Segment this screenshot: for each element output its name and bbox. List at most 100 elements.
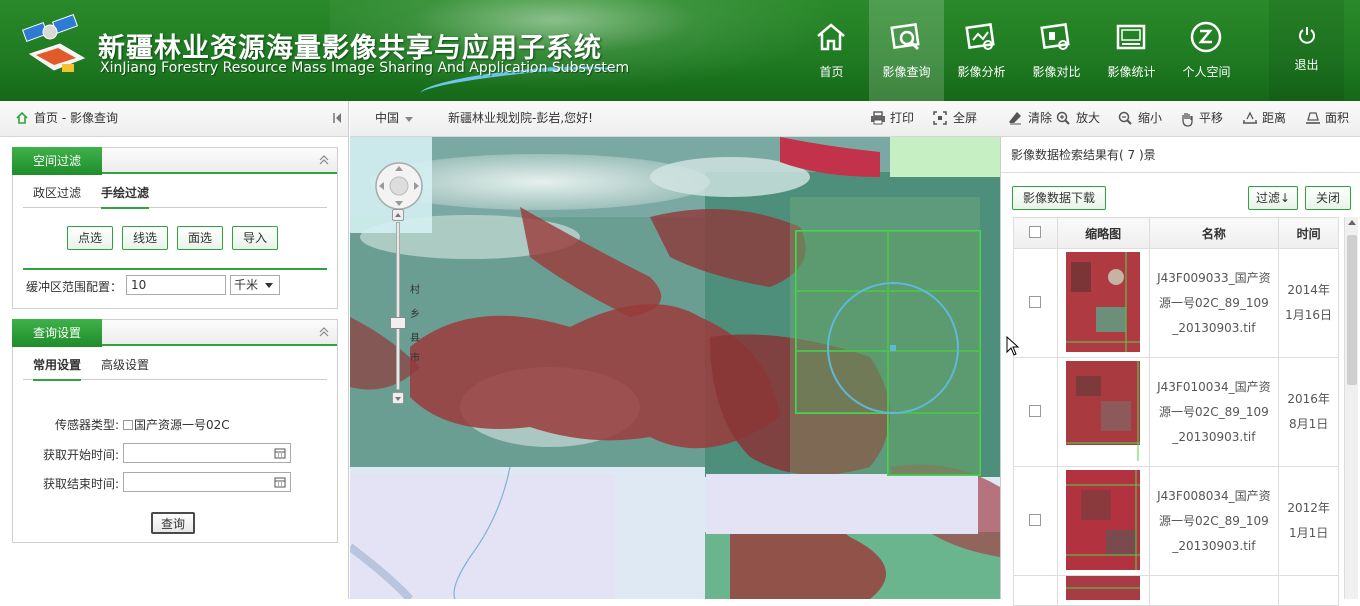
time-cell: 2016年 8月1日 xyxy=(1278,357,1339,467)
nav-image-analysis[interactable]: 影像分析 xyxy=(944,0,1019,101)
sensor-option[interactable]: 国产资源一号02C xyxy=(123,416,230,433)
chevron-up-icon[interactable] xyxy=(319,155,329,165)
zoom-handle[interactable] xyxy=(390,317,406,329)
chevron-up-icon[interactable] xyxy=(319,327,329,337)
distance-icon xyxy=(1243,111,1257,124)
zoom-slider[interactable]: 村 乡 县 市 xyxy=(390,209,420,405)
tab-advanced-settings[interactable]: 高级设置 xyxy=(101,356,149,373)
query-settings-panel: 查询设置 常用设置 高级设置 传感器类型: 国产资源一号02C 获取开始时间: … xyxy=(12,319,338,543)
zoom-track[interactable] xyxy=(396,222,400,390)
zoom-out-label: 缩小 xyxy=(1138,111,1163,125)
distance-label: 距离 xyxy=(1262,111,1287,125)
scrollbar-thumb[interactable] xyxy=(1347,235,1357,385)
tab-region-filter[interactable]: 政区过滤 xyxy=(33,184,81,201)
nav-image-analysis-label: 影像分析 xyxy=(957,65,1006,79)
map-view[interactable]: 村 乡 县 市 xyxy=(350,137,1000,599)
buffer-unit-select[interactable]: 千米 xyxy=(230,275,280,295)
calendar-icon[interactable] xyxy=(274,447,286,459)
fullscreen-label: 全屏 xyxy=(953,111,978,125)
zoom-in-button[interactable]: 放大 xyxy=(1056,110,1106,128)
close-button[interactable]: 关闭 xyxy=(1305,186,1351,210)
table-row[interactable]: J43F010034_国产资 源一号02C_89_109 _20130903.t… xyxy=(1013,357,1339,467)
line-select-button[interactable]: 线选 xyxy=(122,226,168,250)
zoom-in-label: 放大 xyxy=(1076,111,1101,125)
image-analysis-icon xyxy=(965,23,995,50)
zoom-level-village[interactable]: 村 xyxy=(410,281,420,296)
buffer-input[interactable]: 10 xyxy=(126,275,226,295)
download-images-button[interactable]: 影像数据下载 xyxy=(1012,186,1106,210)
time-date: 1月1日 xyxy=(1288,526,1329,540)
power-icon xyxy=(1299,27,1315,44)
nav-image-stats[interactable]: 影像统计 xyxy=(1094,0,1169,101)
thumbnail-cell xyxy=(1056,357,1150,467)
app-header: 新疆林业资源海量影像共享与应用子系统 XinJiang Forestry Res… xyxy=(0,0,1360,101)
query-button[interactable]: 查询 xyxy=(151,512,195,534)
zoom-level-city[interactable]: 市 xyxy=(410,349,420,364)
zoom-out-button[interactable]: 缩小 xyxy=(1118,110,1168,128)
column-header-name: 名称 xyxy=(1148,217,1280,249)
spatial-filter-header: 空间过滤 xyxy=(12,147,337,175)
image-thumbnail[interactable] xyxy=(1066,469,1141,570)
pan-control-icon[interactable] xyxy=(374,161,424,211)
time-year: 2014年 xyxy=(1287,283,1330,297)
select-all-cell xyxy=(1013,217,1058,249)
results-scrollbar[interactable] xyxy=(1344,217,1358,599)
breadcrumb: 首页 - 影像查询 xyxy=(0,101,348,137)
name-cell: J43F008034_国产资 源一号02C_89_109 _20130903.t… xyxy=(1148,466,1280,576)
scroll-up-icon[interactable] xyxy=(1348,220,1356,225)
sensor-checkbox[interactable] xyxy=(123,419,133,430)
import-button[interactable]: 导入 xyxy=(232,226,278,250)
image-thumbnail[interactable] xyxy=(1066,576,1141,600)
table-row[interactable]: J43F008034_国产资 源一号02C_89_109 _20130903.t… xyxy=(1013,466,1339,576)
zoom-out-icon xyxy=(1118,111,1132,125)
results-table: 缩略图 名称 时间 J43F009033_国产资 源一号02C_89_109 _… xyxy=(1013,217,1339,606)
table-row[interactable] xyxy=(1013,575,1339,606)
distance-button[interactable]: 距离 xyxy=(1242,110,1292,128)
sensor-value: 国产资源一号02C xyxy=(134,418,230,432)
image-thumbnail[interactable] xyxy=(1066,251,1141,352)
area-button[interactable]: 面积 xyxy=(1305,110,1355,128)
zoom-level-township[interactable]: 乡 xyxy=(410,305,420,320)
pan-button[interactable]: 平移 xyxy=(1179,110,1229,128)
print-button[interactable]: 打印 xyxy=(870,110,920,128)
time-cell xyxy=(1278,575,1339,606)
end-time-input[interactable] xyxy=(123,472,291,492)
nav-personal-space-label: 个人空间 xyxy=(1182,65,1231,79)
polygon-select-button[interactable]: 面选 xyxy=(177,226,223,250)
sensor-label: 传感器类型: xyxy=(55,418,120,432)
nav-personal-space[interactable]: 个人空间 xyxy=(1169,0,1244,101)
clear-button[interactable]: 清除 xyxy=(1008,110,1058,128)
row-checkbox[interactable] xyxy=(1029,404,1042,417)
satellite-imagery xyxy=(350,137,1000,599)
nav-home[interactable]: 首页 xyxy=(794,0,869,101)
time-date: 1月16日 xyxy=(1285,308,1333,322)
name-cell: J43F010034_国产资 源一号02C_89_109 _20130903.t… xyxy=(1148,357,1280,467)
results-header-row: 缩略图 名称 时间 xyxy=(1013,217,1339,249)
image-thumbnail[interactable] xyxy=(1066,360,1141,461)
zoom-out-slider-button[interactable] xyxy=(392,392,404,404)
calendar-icon[interactable] xyxy=(274,476,286,488)
zoom-in-slider-button[interactable] xyxy=(392,209,404,221)
time-year: 2012年 xyxy=(1287,501,1330,515)
nav-home-label: 首页 xyxy=(819,65,844,79)
chevron-down-icon xyxy=(405,117,413,122)
point-select-button[interactable]: 点选 xyxy=(67,226,113,250)
zoom-level-county[interactable]: 县 xyxy=(410,329,420,344)
tab-common-settings[interactable]: 常用设置 xyxy=(33,356,82,381)
time-cell: 2012年 1月1日 xyxy=(1278,466,1339,576)
tab-hand-draw-filter[interactable]: 手绘过滤 xyxy=(101,184,150,209)
start-time-input[interactable] xyxy=(123,443,291,463)
collapse-sidebar-icon[interactable] xyxy=(332,112,342,124)
image-name-line: _20130903.tif xyxy=(1172,320,1256,335)
fullscreen-button[interactable]: 全屏 xyxy=(933,110,983,128)
clear-label: 清除 xyxy=(1028,111,1053,125)
filter-button[interactable]: 过滤↓ xyxy=(1248,186,1298,210)
query-settings-header: 查询设置 xyxy=(12,319,337,347)
nav-image-compare[interactable]: 影像对比 xyxy=(1019,0,1094,101)
select-all-checkbox[interactable] xyxy=(1029,225,1042,238)
row-checkbox[interactable] xyxy=(1029,513,1042,526)
nav-image-search[interactable]: 影像查询 xyxy=(869,0,944,101)
row-checkbox[interactable] xyxy=(1029,295,1042,308)
nav-logout[interactable]: 退出 xyxy=(1269,0,1344,101)
table-row[interactable]: J43F009033_国产资 源一号02C_89_109 _20130903.t… xyxy=(1013,248,1339,358)
